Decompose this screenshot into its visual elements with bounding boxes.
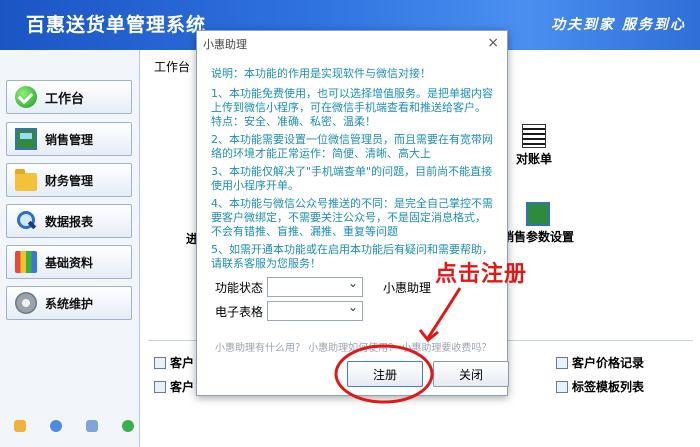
sheet-row: 电子表格 [215,300,363,321]
customer-link-2[interactable]: 客户 [154,378,194,395]
folder-icon [15,169,37,191]
check-icon [15,86,37,108]
sheet-select[interactable] [267,300,363,321]
clock-icon[interactable] [50,420,62,432]
sidebar-item-label: 基础资料 [45,255,94,270]
monitor-icon[interactable] [86,420,98,432]
assistant-label: 小惠助理 [383,281,432,295]
app-title: 百惠送货单管理系统 [26,14,207,36]
gear-icon [15,292,37,314]
magnifier-icon [15,210,37,232]
sidebar-item-sales[interactable]: 销售管理 [6,122,132,156]
reconcile-shortcut[interactable]: 对账单 [516,124,552,167]
reconcile-label: 对账单 [516,152,553,166]
document-icon [154,356,166,369]
document-icon [556,380,568,393]
annotation-text: 点击注册 [435,262,528,287]
description-item: 2、本功能需要设置一位微信管理员，而且需要在有宽带网络的环境才能正常运作：简便、… [211,133,493,160]
bottom-toolbar [14,420,134,436]
chart-bars-icon [15,251,37,273]
window-icon [526,202,550,226]
assistant-dialog: 小惠助理 × 说明：本功能的作用是实现软件与微信对接！ 1、本功能免费使用，也可… [196,30,509,396]
sales-params-shortcut[interactable]: 销售参数设置 [502,202,574,245]
sales-params-label: 销售参数设置 [502,230,575,244]
list-icon [522,124,546,148]
sidebar-item-label: 工作台 [45,91,85,107]
help-links[interactable]: 小惠助理有什么用？ 小惠助理如何使用？ 小惠助理要收费吗？ [215,339,491,354]
sidebar-item-label: 数据报表 [45,214,94,229]
close-button[interactable]: 关闭 [433,361,509,387]
document-icon [556,356,568,369]
sidebar: 工作台 销售管理 财务管理 数据报表 基础资料 系统维护 [0,50,140,447]
page-title: 工作台 [154,60,191,74]
customer-price-link[interactable]: 客户价格记录 [556,354,644,371]
description-heading: 说明：本功能的作用是实现软件与微信对接！ [211,67,431,80]
sidebar-item-label: 系统维护 [45,296,94,311]
sidebar-item-system[interactable]: 系统维护 [6,286,132,320]
sidebar-item-workbench[interactable]: 工作台 [6,80,132,114]
close-icon[interactable]: × [487,35,499,51]
status-row: 功能状态 [215,276,363,297]
sidebar-item-reports[interactable]: 数据报表 [6,204,132,238]
sidebar-item-finance[interactable]: 财务管理 [6,163,132,197]
description-item: 4、本功能与微信公众号推送的不同：是完全自己掌控不需要客户微绑定，不需要关注公众… [211,197,493,238]
status-select[interactable] [267,276,363,297]
sidebar-item-basic-data[interactable]: 基础资料 [6,245,132,279]
window-icon [15,128,37,150]
sidebar-item-label: 销售管理 [45,132,94,147]
search-document-icon [154,380,166,393]
app-slogan: 功夫到家 服务到心 [551,17,686,33]
status-label: 功能状态 [215,280,264,295]
tools-icon[interactable] [14,420,26,432]
label-template-link[interactable]: 标签模板列表 [556,378,644,395]
dialog-description: 说明：本功能的作用是实现软件与微信对接！ 1、本功能免费使用，也可以选择增值服务… [211,67,495,275]
description-item: 3、本功能仅解决了"手机端查单"的问题，目前尚不能直接使用小程序开单。 [211,165,493,192]
register-button[interactable]: 注册 [347,361,423,387]
sheet-label: 电子表格 [215,304,264,319]
sidebar-item-label: 财务管理 [45,173,94,188]
refresh-icon[interactable] [122,420,134,432]
dialog-title: 小惠助理 [203,38,247,51]
description-item: 1、本功能免费使用，也可以选择增值服务。是把单据内容上传到微信小程序，可在微信手… [211,87,493,128]
customer-link-1[interactable]: 客户 [154,354,194,371]
